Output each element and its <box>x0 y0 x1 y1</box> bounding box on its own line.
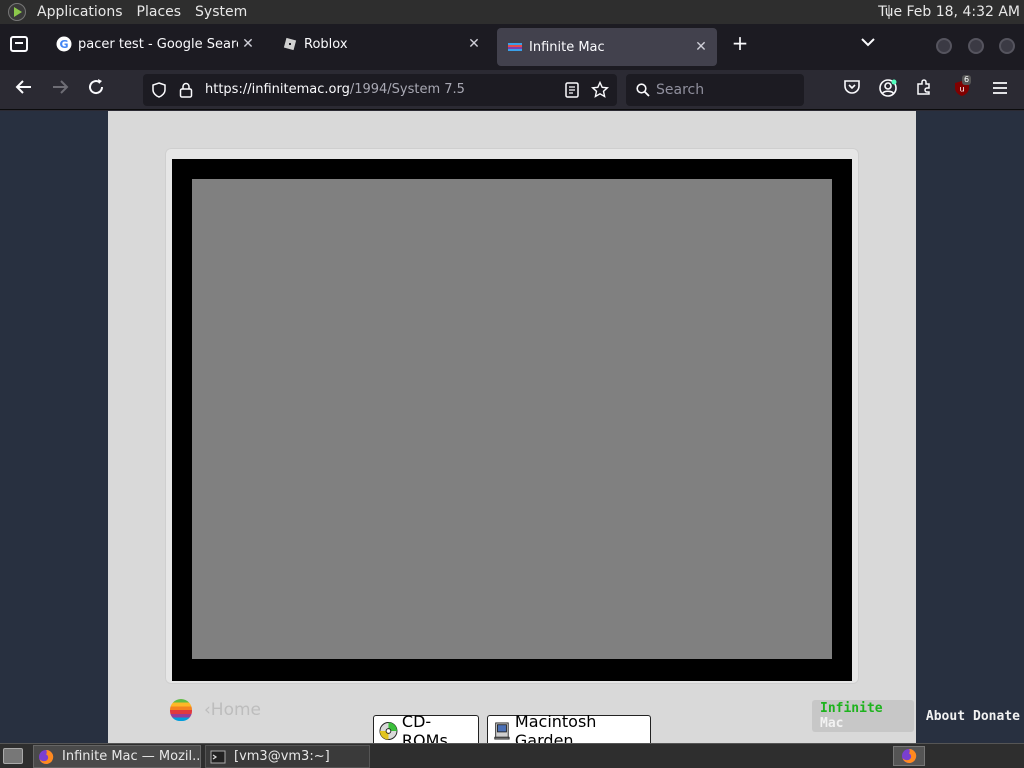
top-panel: Applications Places System Tue Feb 18, 4… <box>0 0 1024 24</box>
lock-icon[interactable] <box>179 82 193 98</box>
reload-button[interactable] <box>84 78 108 102</box>
firefox-icon <box>39 749 54 764</box>
places-menu[interactable]: Places <box>130 0 189 24</box>
search-icon <box>636 83 650 97</box>
about-link[interactable]: About <box>926 709 965 724</box>
terminal-icon <box>210 750 226 763</box>
reader-view-icon[interactable] <box>565 82 579 98</box>
url-path: /1994/System 7.5 <box>349 82 465 97</box>
svg-text:u: u <box>959 85 964 94</box>
screen-border <box>172 159 852 681</box>
back-arrow-icon <box>15 80 31 94</box>
tab-manager-icon[interactable] <box>10 36 28 52</box>
macintosh-computer-icon <box>494 721 510 740</box>
macintosh-garden-button[interactable]: Macintosh Garden <box>487 711 651 744</box>
back-button[interactable] <box>12 78 36 102</box>
emulator-screen[interactable] <box>192 179 832 659</box>
logo-part-3: Mac <box>820 716 844 731</box>
apple-logo-icon <box>170 699 192 721</box>
screen-bezel <box>165 148 859 684</box>
tray-firefox-button[interactable] <box>893 746 925 766</box>
roblox-icon <box>283 37 297 51</box>
cd-rom-icon <box>379 721 398 740</box>
panel-menus: Applications Places System <box>30 0 254 24</box>
tab-label: Roblox <box>304 36 348 52</box>
taskbar-item-label: Infinite Mac — Mozil... <box>62 749 201 764</box>
maximize-window-button[interactable] <box>968 38 984 54</box>
bookmark-star-icon[interactable] <box>591 81 609 99</box>
mac-case: ‹Home <box>108 111 916 743</box>
forward-arrow-icon <box>53 80 69 94</box>
tab-strip: G pacer test - Google Search ✕ Roblox ✕ … <box>0 24 1024 70</box>
footer-links: Infinite Mac About Donate <box>812 700 1024 732</box>
ublock-origin-button[interactable]: u 6 <box>950 75 974 102</box>
taskbar-item-terminal[interactable]: [vm3@vm3:~] <box>205 745 370 768</box>
donate-link[interactable]: Donate <box>973 709 1020 724</box>
list-all-tabs-button[interactable] <box>856 30 880 56</box>
account-icon <box>879 79 897 97</box>
navigation-toolbar: https://infinitemac.org/1994/System 7.5 … <box>0 70 1024 110</box>
hamburger-menu-icon <box>993 82 1007 94</box>
tab-infinite-mac[interactable]: Infinite Mac ✕ <box>497 28 717 66</box>
macintosh-garden-label: Macintosh Garden <box>514 711 597 744</box>
url-text[interactable]: https://infinitemac.org/1994/System 7.5 <box>205 74 465 106</box>
account-button[interactable] <box>876 78 900 102</box>
reload-icon <box>89 79 104 95</box>
extension-badge: 6 <box>962 75 972 85</box>
cdroms-label: CD-ROMs <box>401 711 448 744</box>
infinite-mac-logo[interactable]: Infinite Mac <box>812 700 914 732</box>
svg-text:G: G <box>59 38 68 51</box>
shield-icon[interactable] <box>151 82 167 98</box>
new-tab-button[interactable]: + <box>728 30 752 56</box>
cdroms-button[interactable]: CD-ROMs <box>373 711 479 744</box>
chevron-down-icon <box>861 38 875 47</box>
taskbar-item-label: [vm3@vm3:~] <box>234 749 330 764</box>
url-bar[interactable]: https://infinitemac.org/1994/System 7.5 <box>143 74 617 106</box>
close-window-button[interactable] <box>999 38 1015 54</box>
tab-label: pacer test - Google Search <box>78 36 238 52</box>
search-placeholder: Search <box>656 82 705 98</box>
extensions-button[interactable] <box>912 78 936 102</box>
forward-button[interactable] <box>48 78 72 102</box>
infinite-mac-icon <box>508 43 522 51</box>
gnome-foot-icon[interactable] <box>8 3 26 21</box>
page-content: ‹Home CD-ROMs Macintosh Garden Infinite … <box>0 111 1024 743</box>
firefox-icon <box>902 748 917 763</box>
url-host: https://infinitemac.org <box>205 82 350 97</box>
minimize-window-button[interactable] <box>936 38 952 54</box>
google-icon: G <box>56 36 72 52</box>
taskbar: Infinite Mac — Mozil... [vm3@vm3:~] <box>0 743 1024 768</box>
home-link[interactable]: ‹Home <box>204 699 261 721</box>
puzzle-piece-icon <box>917 79 930 95</box>
tab-roblox[interactable]: Roblox ✕ <box>272 24 490 64</box>
clock[interactable]: Tue Feb 18, 4:32 AM <box>878 0 1020 24</box>
search-bar[interactable]: Search <box>626 74 804 106</box>
applications-menu[interactable]: Applications <box>30 0 130 24</box>
taskbar-item-firefox[interactable]: Infinite Mac — Mozil... <box>33 745 201 768</box>
system-menu[interactable]: System <box>188 0 254 24</box>
close-icon[interactable]: ✕ <box>691 39 711 55</box>
logo-part-1: Infinite <box>820 701 883 716</box>
pocket-icon <box>844 80 860 94</box>
close-icon[interactable]: ✕ <box>238 36 258 52</box>
close-icon[interactable]: ✕ <box>464 36 484 52</box>
show-desktop-icon[interactable] <box>3 748 23 764</box>
app-menu-button[interactable] <box>988 78 1012 102</box>
tab-google-search[interactable]: G pacer test - Google Search ✕ <box>46 24 264 64</box>
pocket-button[interactable] <box>840 78 864 102</box>
tab-label: Infinite Mac <box>529 39 605 55</box>
